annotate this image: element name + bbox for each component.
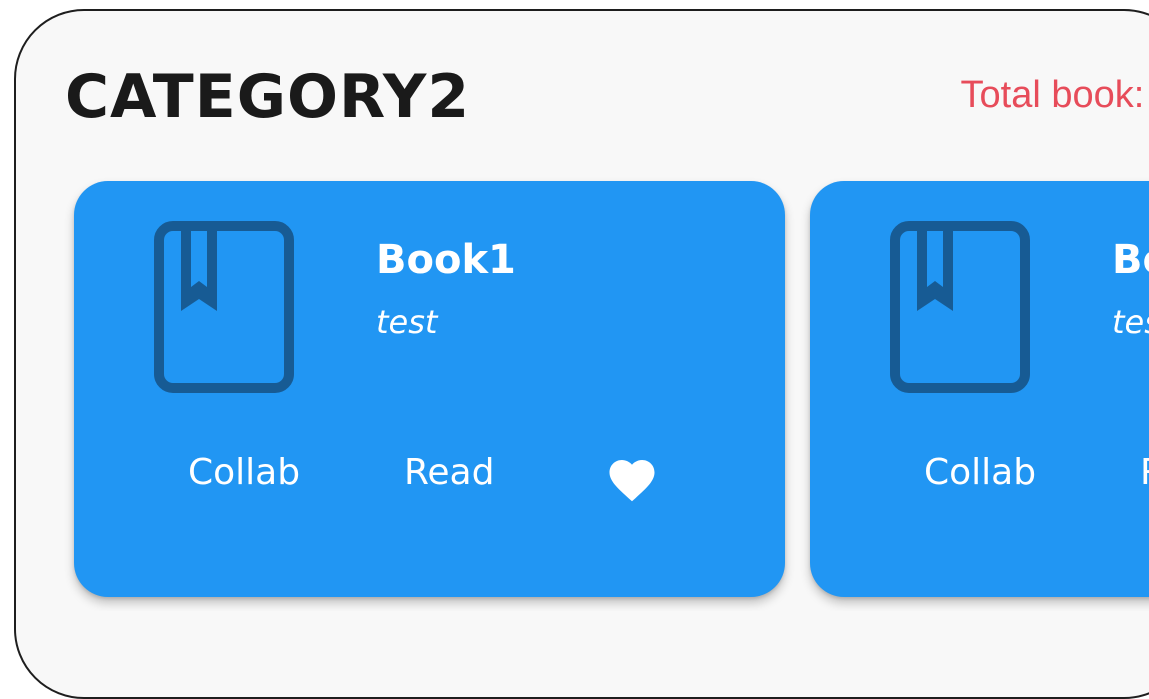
collab-button[interactable]: Collab	[924, 451, 1036, 495]
book-card[interactable]: Book1 test Collab Read	[74, 181, 785, 597]
collab-button[interactable]: Collab	[188, 451, 300, 495]
heart-icon	[609, 460, 655, 502]
favorite-button[interactable]	[605, 453, 659, 503]
book-title: Book2	[1112, 237, 1149, 283]
book-carousel[interactable]: Book1 test Collab Read Book2 test Collab…	[34, 171, 1149, 611]
book-bookmark-icon	[890, 221, 1030, 393]
total-book-count: Total book: 2	[960, 74, 1149, 116]
category-title: CATEGORY2	[65, 62, 471, 132]
read-button[interactable]: Read	[404, 451, 494, 495]
book-description: test	[376, 303, 438, 341]
screen-frame: CATEGORY2 Total book: 2 Book1 test Colla…	[14, 9, 1149, 699]
read-button[interactable]: Read	[1140, 451, 1149, 495]
book-card[interactable]: Book2 test Collab Read	[810, 181, 1149, 597]
book-title: Book1	[376, 237, 516, 283]
book-description: test	[1112, 303, 1149, 341]
book-bookmark-icon	[154, 221, 294, 393]
